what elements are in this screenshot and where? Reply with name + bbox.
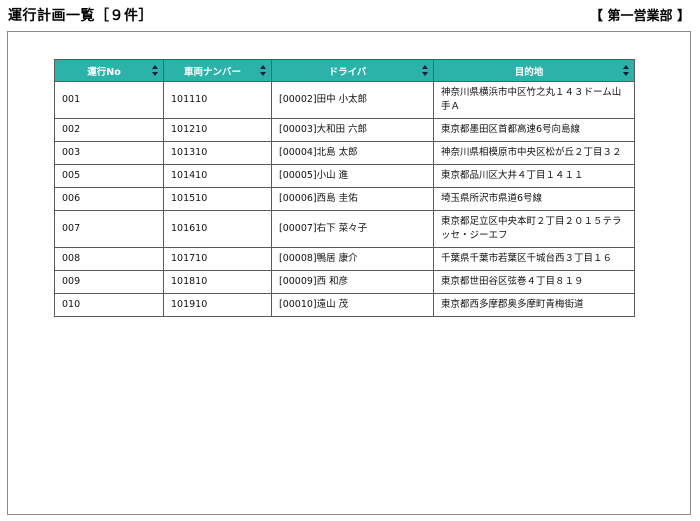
cell-operation-no: 009 xyxy=(54,270,164,294)
cell-vehicle-number: 101310 xyxy=(163,141,272,165)
cell-driver: [00009]西 和彦 xyxy=(271,270,434,294)
table-row[interactable]: 010 101910 [00010]遠山 茂 東京都西多摩郡奥多摩町青梅街道 xyxy=(54,293,635,317)
cell-vehicle-number: 101210 xyxy=(163,118,272,142)
table-row[interactable]: 006 101510 [00006]西島 圭佑 埼玉県所沢市県道6号線 xyxy=(54,187,635,211)
table-row[interactable]: 007 101610 [00007]右下 菜々子 東京都足立区中央本町２丁目２０… xyxy=(54,210,635,248)
column-header-label: 運行No xyxy=(87,66,121,78)
cell-driver: [00010]遠山 茂 xyxy=(271,293,434,317)
cell-destination: 神奈川県相模原市中央区松が丘２丁目３２ xyxy=(433,141,635,165)
cell-vehicle-number: 101510 xyxy=(163,187,272,211)
page-title: 運行計画一覧［９件］ xyxy=(8,8,153,24)
cell-operation-no: 010 xyxy=(54,293,164,317)
cell-destination: 千葉県千葉市若葉区千城台西３丁目１６ xyxy=(433,247,635,271)
column-header-destination[interactable]: 目的地 xyxy=(433,59,635,82)
cell-driver: [00006]西島 圭佑 xyxy=(271,187,434,211)
content-panel: 運行No 車両ナンバー ドライバ 目的地 001 101110 [00002]田… xyxy=(7,31,691,515)
cell-destination: 東京都足立区中央本町２丁目２０１５テラッセ・ジーエフ xyxy=(433,210,635,248)
sort-icon[interactable] xyxy=(422,65,428,76)
table-row[interactable]: 001 101110 [00002]田中 小太郎 神奈川県横浜市中区竹之丸１４３… xyxy=(54,81,635,119)
cell-vehicle-number: 101810 xyxy=(163,270,272,294)
column-header-label: ドライバ xyxy=(328,66,367,78)
cell-destination: 神奈川県横浜市中区竹之丸１４３ドーム山手Ａ xyxy=(433,81,635,119)
cell-driver: [00008]鴨居 康介 xyxy=(271,247,434,271)
column-header-label: 目的地 xyxy=(514,66,544,78)
cell-operation-no: 002 xyxy=(54,118,164,142)
table-row[interactable]: 003 101310 [00004]北島 太郎 神奈川県相模原市中央区松が丘２丁… xyxy=(54,141,635,165)
cell-vehicle-number: 101410 xyxy=(163,164,272,188)
sort-icon[interactable] xyxy=(623,65,629,76)
cell-operation-no: 001 xyxy=(54,81,164,119)
sort-icon[interactable] xyxy=(152,65,158,76)
cell-destination: 東京都品川区大井４丁目１４１１ xyxy=(433,164,635,188)
cell-vehicle-number: 101710 xyxy=(163,247,272,271)
table-row[interactable]: 008 101710 [00008]鴨居 康介 千葉県千葉市若葉区千城台西３丁目… xyxy=(54,247,635,271)
cell-driver: [00003]大和田 六郎 xyxy=(271,118,434,142)
column-header-driver[interactable]: ドライバ xyxy=(271,59,434,82)
cell-operation-no: 008 xyxy=(54,247,164,271)
page-header: 運行計画一覧［９件］ 【 第一営業部 】 xyxy=(0,0,700,28)
cell-destination: 埼玉県所沢市県道6号線 xyxy=(433,187,635,211)
cell-driver: [00005]小山 進 xyxy=(271,164,434,188)
table-header-row: 運行No 車両ナンバー ドライバ 目的地 xyxy=(54,59,635,82)
column-header-label: 車両ナンバー xyxy=(183,66,241,78)
table-row[interactable]: 009 101810 [00009]西 和彦 東京都世田谷区弦巻４丁目８１９ xyxy=(54,270,635,294)
sort-icon[interactable] xyxy=(260,65,266,76)
cell-vehicle-number: 101910 xyxy=(163,293,272,317)
cell-operation-no: 007 xyxy=(54,210,164,248)
table-row[interactable]: 002 101210 [00003]大和田 六郎 東京都墨田区首都高速6号向島線 xyxy=(54,118,635,142)
column-header-operation-no[interactable]: 運行No xyxy=(54,59,164,82)
operation-plan-table: 運行No 車両ナンバー ドライバ 目的地 001 101110 [00002]田… xyxy=(54,59,635,317)
cell-destination: 東京都世田谷区弦巻４丁目８１９ xyxy=(433,270,635,294)
cell-destination: 東京都墨田区首都高速6号向島線 xyxy=(433,118,635,142)
cell-vehicle-number: 101110 xyxy=(163,81,272,119)
cell-operation-no: 003 xyxy=(54,141,164,165)
cell-driver: [00007]右下 菜々子 xyxy=(271,210,434,248)
cell-destination: 東京都西多摩郡奥多摩町青梅街道 xyxy=(433,293,635,317)
cell-vehicle-number: 101610 xyxy=(163,210,272,248)
cell-driver: [00002]田中 小太郎 xyxy=(271,81,434,119)
cell-operation-no: 005 xyxy=(54,164,164,188)
cell-operation-no: 006 xyxy=(54,187,164,211)
table-row[interactable]: 005 101410 [00005]小山 進 東京都品川区大井４丁目１４１１ xyxy=(54,164,635,188)
department-label: 【 第一営業部 】 xyxy=(589,9,690,24)
column-header-vehicle-number[interactable]: 車両ナンバー xyxy=(163,59,272,82)
cell-driver: [00004]北島 太郎 xyxy=(271,141,434,165)
